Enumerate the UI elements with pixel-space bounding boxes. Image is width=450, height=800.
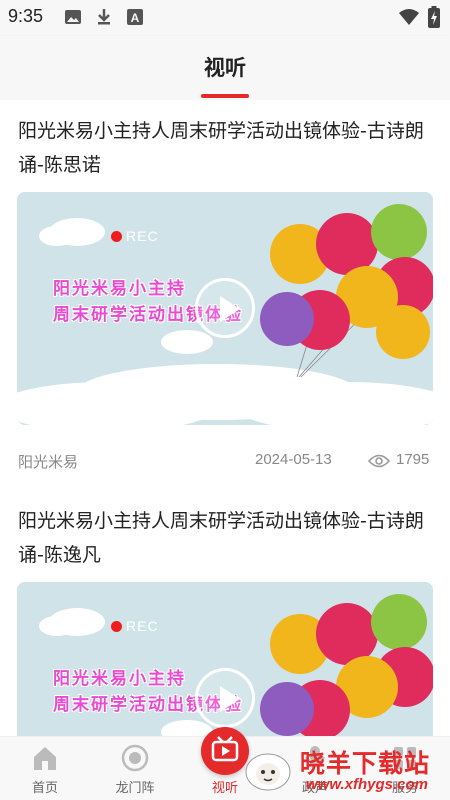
thumbnail-overlay-line1: 阳光米易小主持 <box>53 279 186 299</box>
video-date: 2024-05-13 <box>255 451 332 468</box>
app-a-icon: A <box>126 8 144 30</box>
video-source: 阳光米易 <box>18 453 79 471</box>
play-icon <box>220 296 240 322</box>
sheep-logo-icon <box>242 746 294 794</box>
video-title[interactable]: 阳光米易小主持人周末研学活动出镜体验-古诗朗诵-陈逸凡 <box>18 504 433 572</box>
title-underline <box>201 94 249 98</box>
top-header: 视听 <box>0 36 450 100</box>
video-title[interactable]: 阳光米易小主持人周末研学活动出镜体验-古诗朗诵-陈思诺 <box>18 114 433 182</box>
tab-label: 龙门阵 <box>115 781 155 796</box>
rec-label: REC <box>126 228 159 244</box>
page-title: 视听 <box>204 56 246 80</box>
eye-icon <box>367 453 391 473</box>
play-icon <box>220 686 240 712</box>
download-icon <box>95 8 113 30</box>
target-icon <box>120 743 150 773</box>
rec-dot-icon <box>111 231 122 242</box>
site-watermark: 晓羊下载站 www.xfhygs.com <box>240 740 450 798</box>
video-thumbnail[interactable]: REC 阳光米易小主持 周末研学活动出镜体验 00:26 <box>17 192 433 425</box>
video-card[interactable]: 阳光米易小主持人周末研学活动出镜体验-古诗朗诵-陈逸凡 REC 阳光米易小主持 … <box>0 490 450 736</box>
tab-longmenzhen[interactable]: 龙门阵 <box>90 737 180 800</box>
view-count: 1795 <box>396 451 430 468</box>
svg-text:A: A <box>131 11 140 25</box>
rec-label: REC <box>126 618 159 634</box>
video-card[interactable]: 阳光米易小主持人周末研学活动出镜体验-古诗朗诵-陈思诺 REC 阳光米易小主持 … <box>0 100 450 480</box>
watermark-text: 晓羊下载站 <box>300 749 431 778</box>
video-duration: 00:26 <box>384 396 417 411</box>
image-icon <box>64 8 82 30</box>
video-meta: 阳光米易 2024-05-13 1795 <box>18 451 433 471</box>
play-button[interactable] <box>195 668 255 728</box>
rec-dot-icon <box>111 621 122 632</box>
status-bar: 9:35 A <box>0 0 450 36</box>
tab-home[interactable]: 首页 <box>0 737 90 800</box>
battery-charging-icon <box>428 6 440 32</box>
watermark-url: www.xfhygs.com <box>306 776 428 793</box>
thumbnail-overlay-line1: 阳光米易小主持 <box>53 669 186 689</box>
status-time: 9:35 <box>8 6 44 26</box>
video-thumbnail[interactable]: REC 阳光米易小主持 周末研学活动出镜体验 <box>17 582 433 736</box>
rec-indicator: REC <box>111 618 159 634</box>
video-feed[interactable]: 阳光米易小主持人周末研学活动出镜体验-古诗朗诵-陈思诺 REC 阳光米易小主持 … <box>0 100 450 736</box>
home-icon <box>30 743 60 773</box>
play-button[interactable] <box>195 278 255 338</box>
wifi-icon <box>398 8 420 30</box>
tab-label: 首页 <box>31 781 58 796</box>
rec-indicator: REC <box>111 228 159 244</box>
